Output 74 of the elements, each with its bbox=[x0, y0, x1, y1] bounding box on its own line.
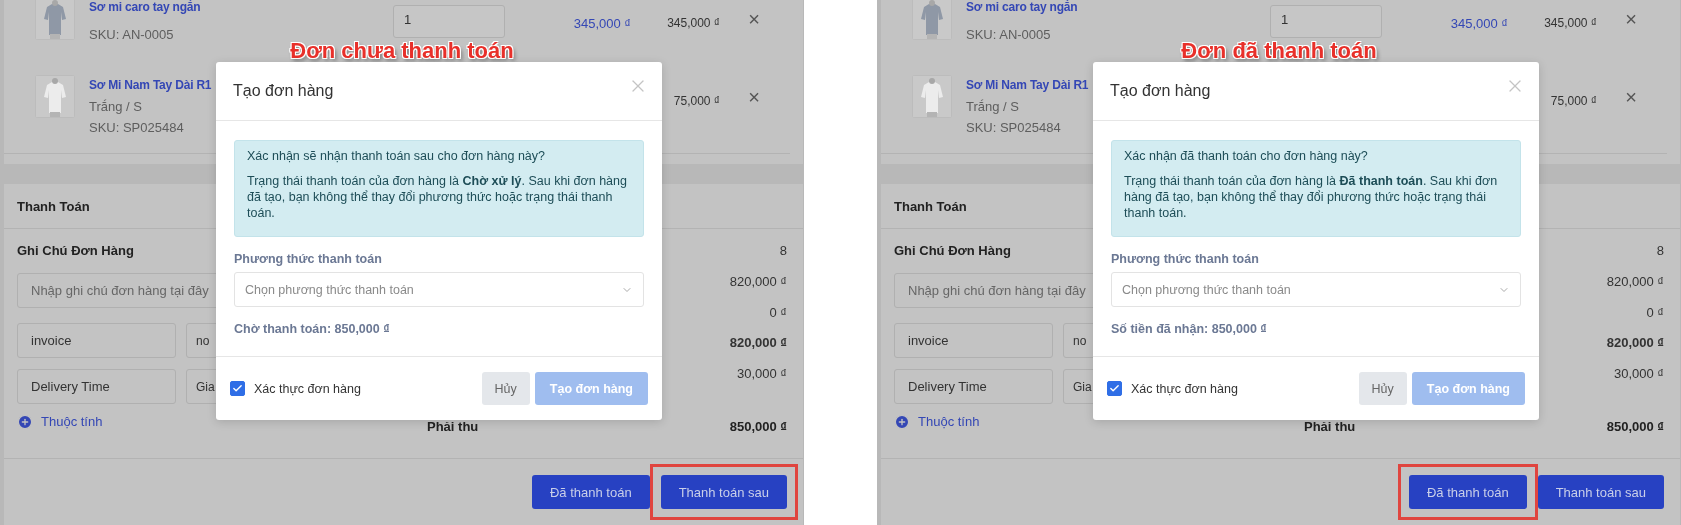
remove-button[interactable]: × bbox=[1625, 9, 1637, 29]
summary-value: 0 ₫ bbox=[1646, 303, 1664, 322]
summary-value: 0 ₫ bbox=[769, 303, 787, 322]
check-icon bbox=[232, 383, 243, 394]
summary-value: 820,000 ₫ bbox=[729, 334, 787, 353]
checkbox-label: Xác thực đơn hàng bbox=[254, 381, 361, 396]
attribute-key-field[interactable]: invoice bbox=[17, 323, 176, 358]
payment-button[interactable]: Thanh toán sau bbox=[1537, 475, 1664, 509]
summary-value: 820,000 ₫ bbox=[1606, 272, 1664, 291]
product-sku: SKU: SP025484 bbox=[89, 119, 184, 137]
cancel-button[interactable]: Hủy bbox=[1358, 372, 1407, 405]
alert-question: Xác nhận sẽ nhận thanh toán sau cho đơn hàng này? bbox=[247, 148, 547, 164]
product-variant: Trắng / S bbox=[966, 98, 1019, 116]
payment-button[interactable]: Đã thanh toán bbox=[1408, 475, 1527, 509]
alert-question: Xác nhận đã thanh toán cho đơn hàng này? bbox=[1124, 148, 1369, 164]
payment-button[interactable]: Đã thanh toán bbox=[531, 475, 650, 509]
total-label: Phải thu bbox=[427, 418, 479, 436]
summary-value: 30,000 ₫ bbox=[1613, 365, 1664, 384]
modal-title: Tạo đơn hàng bbox=[233, 82, 334, 100]
attribute-key-field[interactable]: invoice bbox=[894, 323, 1053, 358]
payment-method-select[interactable]: Chọn phương thức thanh toán bbox=[1111, 272, 1521, 307]
product-sku: SKU: AN-0005 bbox=[966, 26, 1051, 44]
summary-value: 820,000 ₫ bbox=[1606, 334, 1664, 353]
plus-icon bbox=[894, 414, 910, 430]
total-label: Phải thu bbox=[1304, 418, 1356, 436]
add-attribute-link[interactable]: Thuộc tính bbox=[894, 413, 980, 431]
summary-value: 30,000 ₫ bbox=[736, 365, 787, 384]
plus-icon bbox=[17, 414, 33, 430]
product-sku: SKU: AN-0005 bbox=[89, 26, 174, 44]
line-total: 75,000 ₫ bbox=[1550, 94, 1597, 108]
total-value: 850,000 ₫ bbox=[1606, 418, 1664, 436]
line-total: 345,000 ₫ bbox=[667, 16, 720, 30]
add-attribute-link[interactable]: Thuộc tính bbox=[17, 413, 103, 431]
summary-value: 8 bbox=[779, 242, 787, 260]
remove-button[interactable]: × bbox=[1625, 87, 1637, 107]
product-name[interactable]: Sơ Mi Nam Tay Dài R1 bbox=[89, 75, 212, 96]
remove-button[interactable]: × bbox=[748, 87, 760, 107]
verify-checkbox[interactable] bbox=[1107, 381, 1122, 396]
attribute-key-field[interactable]: Delivery Time bbox=[17, 369, 176, 404]
alert-detail: Trạng thái thanh toán của đơn hàng là Đã thanh toán. Sau khi đơn hàng đã tạo, bạn không thể thay đổi phương thức hoặc trạng thái thanh toán. bbox=[1124, 173, 1499, 221]
cancel-button[interactable]: Hủy bbox=[481, 372, 530, 405]
summary-value: 820,000 ₫ bbox=[729, 272, 787, 291]
section-label: Ghi Chú Đơn Hàng bbox=[894, 242, 1011, 260]
line-total: 75,000 ₫ bbox=[673, 94, 720, 108]
card-title: Thanh Toán bbox=[17, 198, 90, 214]
unit-price[interactable]: 345,000 ₫ bbox=[573, 16, 631, 31]
card-title: Thanh Toán bbox=[894, 198, 967, 214]
section-label: Ghi Chú Đơn Hàng bbox=[17, 242, 134, 260]
modal-title: Tạo đơn hàng bbox=[1110, 82, 1211, 100]
quantity-field[interactable]: 1 bbox=[393, 5, 505, 38]
product-sku: SKU: SP025484 bbox=[966, 119, 1061, 137]
verify-checkbox[interactable] bbox=[230, 381, 245, 396]
amount-text: Số tiền đã nhận: 850,000 ₫ bbox=[1111, 321, 1268, 337]
field-label: Phương thức thanh toán bbox=[234, 251, 383, 267]
product-variant: Trắng / S bbox=[89, 98, 142, 116]
field-label: Phương thức thanh toán bbox=[1111, 251, 1260, 267]
annotation-caption: Đơn đã thanh toán bbox=[1181, 38, 1377, 63]
payment-method-select[interactable]: Chọn phương thức thanh toán bbox=[234, 272, 644, 307]
attribute-key-field[interactable]: Delivery Time bbox=[894, 369, 1053, 404]
alert-detail: Trạng thái thanh toán của đơn hàng là Chờ xử lý. Sau khi đơn hàng đã tạo, bạn không thể thay đổi phương thức hoặc trạng thái thanh toán. bbox=[247, 173, 628, 221]
check-icon bbox=[1109, 383, 1120, 394]
remove-button[interactable]: × bbox=[748, 9, 760, 29]
product-name[interactable]: Sơ Mi Nam Tay Dài R1 bbox=[966, 75, 1089, 96]
product-name[interactable]: Sơ mi caro tay ngắn bbox=[966, 0, 1078, 18]
amount-text: Chờ thanh toán: 850,000 ₫ bbox=[234, 321, 391, 337]
line-total: 345,000 ₫ bbox=[1544, 16, 1597, 30]
checkbox-label: Xác thực đơn hàng bbox=[1131, 381, 1238, 396]
unit-price[interactable]: 345,000 ₫ bbox=[1450, 16, 1508, 31]
annotation-caption: Đơn chưa thanh toán bbox=[290, 38, 514, 63]
payment-button[interactable]: Thanh toán sau bbox=[660, 475, 787, 509]
summary-value: 8 bbox=[1656, 242, 1664, 260]
quantity-field[interactable]: 1 bbox=[1270, 5, 1382, 38]
total-value: 850,000 ₫ bbox=[729, 418, 787, 436]
product-name[interactable]: Sơ mi caro tay ngắn bbox=[89, 0, 201, 18]
